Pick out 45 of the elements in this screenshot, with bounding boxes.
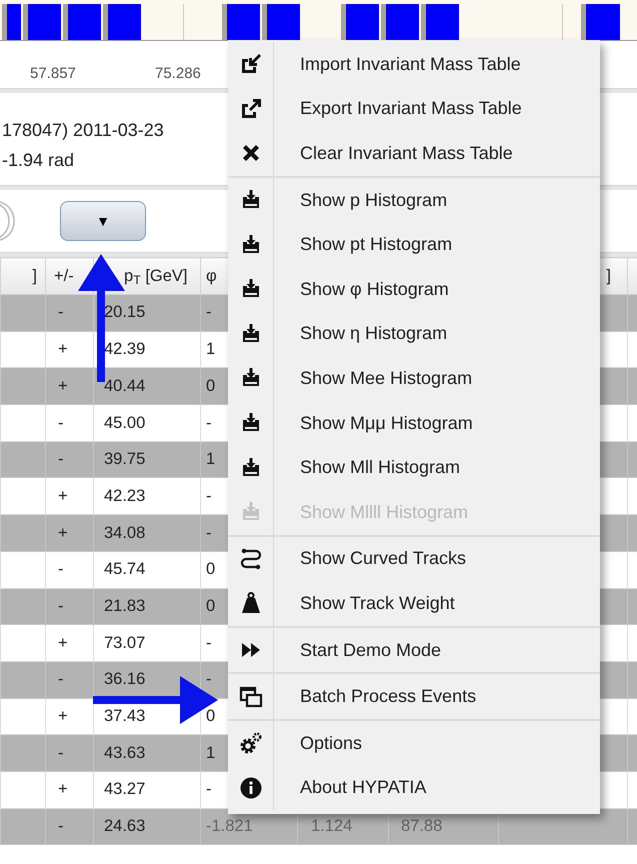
- table-cell: -: [46, 661, 94, 698]
- table-cell: 73.07: [94, 624, 200, 662]
- menu-item[interactable]: Show p Histogram: [228, 178, 600, 222]
- round-button[interactable]: [0, 200, 16, 242]
- table-cell: +: [46, 514, 94, 552]
- menu-item[interactable]: Import Invariant Mass Table: [228, 42, 600, 87]
- table-cell: +: [46, 368, 94, 405]
- menu-item[interactable]: Show Track Weight: [228, 581, 600, 626]
- table-cell: -: [46, 734, 94, 772]
- event-info-text: -1.94 rad: [2, 149, 74, 172]
- table-cell: 43.63: [94, 734, 200, 772]
- table-cell: 39.75: [94, 441, 200, 478]
- table-cell: 43.27: [94, 771, 200, 808]
- curved-path-icon: [239, 546, 263, 571]
- windows-icon: [239, 684, 263, 709]
- axis-tick-label: 57.857: [30, 64, 76, 84]
- menu-item[interactable]: Start Demo Mode: [228, 628, 600, 672]
- table-cell: -: [46, 588, 94, 625]
- weight-icon: [239, 591, 263, 616]
- event-info-text: 178047) 2011-03-23: [2, 119, 164, 142]
- table-cell: 45.00: [94, 404, 200, 442]
- column-header[interactable]: ]: [0, 258, 46, 294]
- axis-tick-label: 75.286: [155, 64, 201, 84]
- menu-item[interactable]: Batch Process Events: [228, 674, 600, 719]
- table-cell: -: [46, 551, 94, 588]
- info-icon: [239, 776, 263, 800]
- menu-item[interactable]: Options: [228, 720, 600, 766]
- dropdown-button[interactable]: ▼: [60, 201, 146, 241]
- table-cell: -: [46, 404, 94, 442]
- menu-item[interactable]: Clear Invariant Mass Table: [228, 131, 600, 176]
- settings-icon: [239, 731, 263, 756]
- table-cell: +: [46, 771, 94, 808]
- table-cell: 45.74: [94, 551, 200, 588]
- table-cell: -: [46, 441, 94, 478]
- table-cell: 24.63: [94, 808, 200, 845]
- menu-item[interactable]: Show Curved Tracks: [228, 536, 600, 582]
- table-cell: +: [46, 624, 94, 662]
- table-cell: 40.44: [94, 368, 200, 405]
- table-cell: 21.83: [94, 588, 200, 625]
- table-cell: -: [46, 808, 94, 845]
- export-icon: [239, 96, 263, 121]
- menu-item[interactable]: Export Invariant Mass Table: [228, 86, 600, 132]
- menu-item[interactable]: Show pt Histogram: [228, 222, 600, 267]
- table-cell: 34.08: [94, 514, 200, 552]
- table-cell: -: [46, 294, 94, 332]
